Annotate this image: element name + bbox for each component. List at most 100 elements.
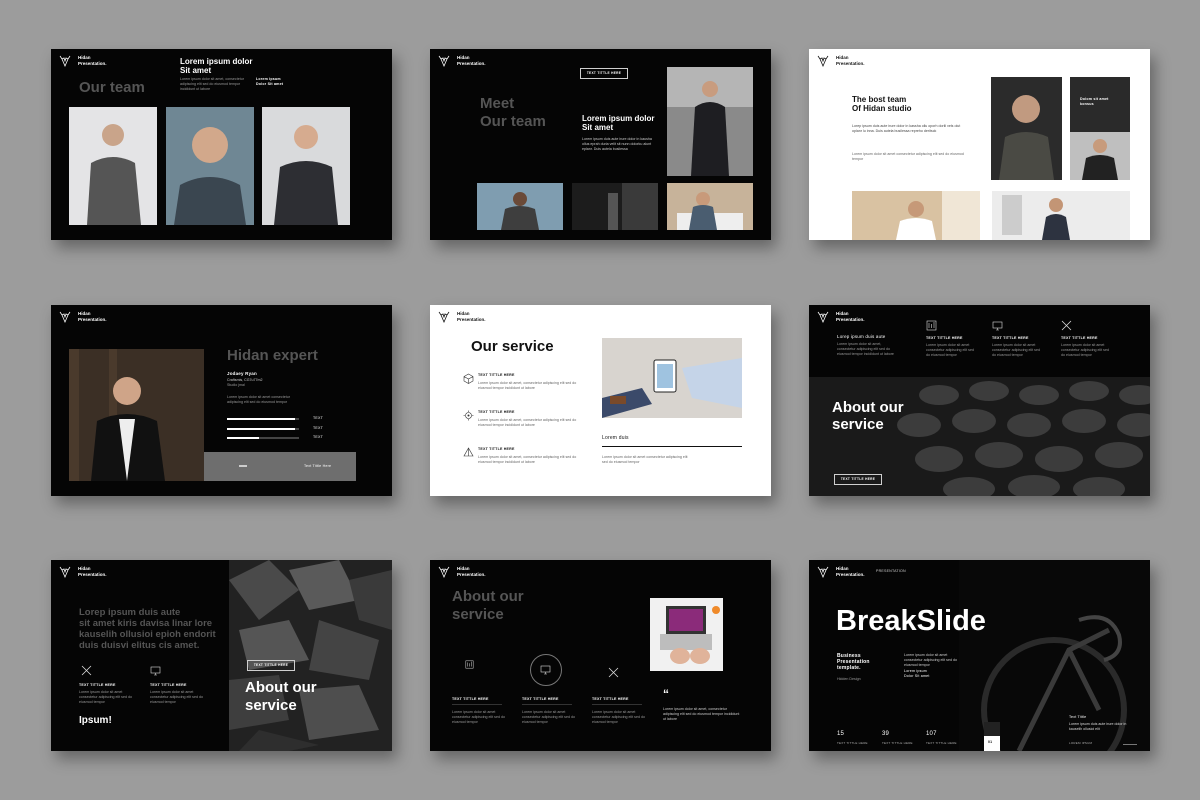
title-button[interactable]: TEXT TITTLE HERE bbox=[834, 474, 882, 485]
slide-title-line2: service bbox=[245, 697, 297, 714]
progress-dot bbox=[239, 465, 247, 467]
title-button[interactable]: TEXT TITTLE HERE bbox=[247, 660, 295, 671]
brand-logo: Hidan Presentation. bbox=[59, 311, 107, 323]
service-body-1: Lorem ipsum dolor sit amet consectetur a… bbox=[452, 710, 505, 724]
slide-about-service-2[interactable]: Hidan Presentation. Lorep ipsum duis aute… bbox=[51, 560, 392, 751]
quote-line-1: Lorep ipsum duis aute bbox=[79, 607, 181, 618]
brand-logo: Hidan Presentation. bbox=[817, 55, 865, 67]
skill-label-1: TEXT bbox=[313, 416, 323, 420]
right-body: Lorem ipsum duis aute irure dolor in kau… bbox=[1069, 722, 1127, 731]
slide-breakslide[interactable]: Hidan Presentation. PRESENTATION BreakSli… bbox=[809, 560, 1150, 751]
brand-line2: Presentation. bbox=[78, 316, 107, 322]
title-button[interactable]: TEXT TITTLE HERE bbox=[580, 68, 628, 79]
monitor-icon bbox=[150, 663, 161, 676]
service-body-3: Lorem ipsum dolor sit amet consectetur a… bbox=[1061, 343, 1109, 357]
team-photo-b bbox=[572, 183, 658, 230]
slide-title-line1: Meet bbox=[480, 95, 515, 112]
slide-title-line1: About our bbox=[452, 588, 524, 605]
deer-logo-icon bbox=[817, 311, 829, 323]
slide-about-service-3[interactable]: Hidan Presentation. About our service TEX… bbox=[430, 560, 771, 751]
stat-number-1: 15 bbox=[837, 731, 845, 737]
service-body-2: Lorem ipsum dolor sit amet consectetur a… bbox=[522, 710, 575, 724]
stat-label-3: TEXT TITTLE HERE bbox=[926, 741, 957, 745]
team-photo-main bbox=[667, 67, 753, 176]
team-photo-c bbox=[992, 191, 1130, 240]
quote-line-4: duis duisvi elitus cis amet. bbox=[79, 640, 200, 651]
slide-title: Our team bbox=[79, 79, 145, 96]
expert-body: Lorem ipsum dolor sit amet consectetur a… bbox=[227, 395, 290, 404]
tools-icon bbox=[608, 665, 619, 678]
service-body-1: Lorem ipsum dolor sit amet consectetur a… bbox=[926, 343, 974, 357]
brand-logo: Hidan Presentation. bbox=[438, 311, 486, 323]
slide-title-line1: About our bbox=[245, 679, 317, 696]
deer-logo-icon bbox=[438, 311, 450, 323]
quote-mark: “ bbox=[663, 687, 669, 701]
service-body-1: Lorem ipsum dolor sit amet, consectetur … bbox=[478, 381, 577, 390]
slide-our-team[interactable]: Hidan Presentation. Our team Lorem ipsum … bbox=[51, 49, 392, 240]
divider bbox=[452, 704, 502, 705]
slide-title: Hidan expert bbox=[227, 347, 318, 364]
deer-logo-icon bbox=[59, 566, 71, 578]
tools-icon bbox=[81, 663, 92, 676]
page-indicator[interactable]: 01 bbox=[984, 722, 1000, 751]
building-icon bbox=[465, 656, 474, 669]
deer-logo-icon bbox=[59, 311, 71, 323]
divider bbox=[592, 704, 642, 705]
divider bbox=[522, 704, 572, 705]
slide-about-service[interactable]: Hidan Presentation. Lorep ipsum duis aute… bbox=[809, 305, 1150, 496]
team-photo-c bbox=[667, 183, 753, 230]
monitor-icon bbox=[530, 654, 562, 686]
slide-best-team[interactable]: Hidan Presentation. The bost team Of Hida… bbox=[809, 49, 1150, 240]
tools-icon bbox=[1061, 318, 1072, 331]
deer-logo-icon bbox=[817, 55, 829, 67]
bottom-text: Text Tittle Here bbox=[304, 464, 332, 468]
caption-body: Lorem ipsum dolor sit amet consectetur a… bbox=[602, 455, 688, 464]
service-body-1: Lorem ipsum dolor sit amet consectetur a… bbox=[79, 690, 132, 704]
page-number: 01 bbox=[988, 740, 993, 744]
brand-logo: Hidan Presentation. bbox=[438, 55, 486, 67]
slide-body-2: Lorem ipsum dolor sit amet consectetur a… bbox=[852, 152, 964, 161]
service-label-3: TEXT TITTLE HERE bbox=[1061, 336, 1098, 340]
service-label-2: TEXT TITTLE HERE bbox=[992, 336, 1029, 340]
subtitle-line3: template. bbox=[837, 665, 861, 671]
slide-title: BreakSlide bbox=[836, 605, 986, 637]
service-label-1: TEXT TITTLE HERE bbox=[926, 336, 963, 340]
card-text: Dolom sit amet konsus bbox=[1080, 97, 1109, 106]
skill-label-2: TEXT bbox=[313, 426, 323, 430]
skill-label-3: TEXT bbox=[313, 435, 323, 439]
service-body-2: Lorem ipsum dolor sit amet consectetur a… bbox=[992, 343, 1040, 357]
cube-icon bbox=[463, 371, 474, 384]
service-label-2: TEXT TITTLE HERE bbox=[150, 683, 187, 687]
side-body: Lorem ipsum dolor sit amet consectetur a… bbox=[904, 653, 957, 667]
slide-title-line2: service bbox=[832, 416, 884, 433]
slide-heading: Lorem ipsum dolor Sit amet bbox=[582, 114, 655, 132]
slide-title-line1: The bost team bbox=[852, 95, 907, 104]
slide-body: Lorep ipsum duis aute irure dolor in kas… bbox=[852, 124, 961, 133]
caption-divider bbox=[602, 446, 742, 447]
stat-number-3: 107 bbox=[926, 731, 937, 737]
deer-logo-icon bbox=[817, 566, 829, 578]
intro-body: Lorem ipsum dolor sit amet, consectetur … bbox=[837, 342, 894, 356]
brand-logo: Hidan Presentation. bbox=[817, 311, 865, 323]
deer-logo-icon bbox=[59, 55, 71, 67]
slide-title: Our service bbox=[471, 338, 554, 355]
team-photo-a bbox=[477, 183, 563, 230]
team-photo-b bbox=[852, 191, 980, 240]
slide-meet-team[interactable]: Hidan Presentation. TEXT TITTLE HERE Meet… bbox=[430, 49, 771, 240]
slide-our-service[interactable]: Hidan Presentation. Our service TEXT TITT… bbox=[430, 305, 771, 496]
expert-sub: Studio jmal bbox=[227, 383, 245, 387]
deer-logo-icon bbox=[438, 55, 450, 67]
slide-hidan-expert[interactable]: Hidan Presentation. Text Tittle Here Hida… bbox=[51, 305, 392, 496]
slide-divider bbox=[1123, 744, 1137, 745]
team-photo-2 bbox=[166, 107, 254, 225]
brand-line2: Presentation. bbox=[78, 60, 107, 66]
slide-title-line2: service bbox=[452, 606, 504, 623]
brand-line2: Presentation. bbox=[78, 571, 107, 577]
slide-body: Lorem ipsum dolor sit amet, consectetur … bbox=[180, 77, 244, 91]
right-title: Text Tittle bbox=[1069, 715, 1087, 719]
small-credit: Hidden Design bbox=[837, 677, 861, 681]
team-photo-3 bbox=[262, 107, 350, 225]
quote-line-3: kauselih ollusioi epioh endorit bbox=[79, 629, 216, 640]
laptop-photo bbox=[650, 598, 723, 671]
skill-bar-2 bbox=[227, 428, 299, 430]
